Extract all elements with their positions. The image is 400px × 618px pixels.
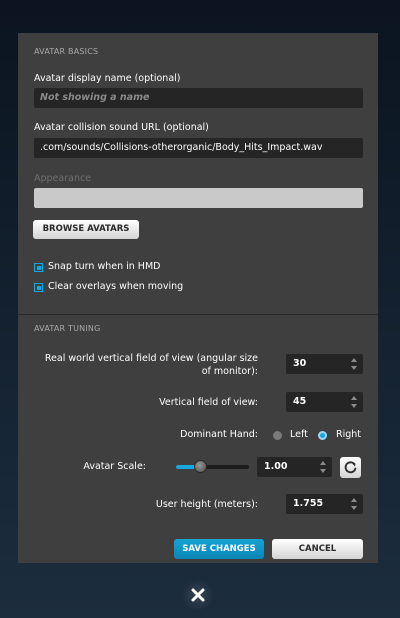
- avatar-scale-slider-thumb[interactable]: [194, 460, 208, 473]
- appearance-label: Appearance: [34, 173, 92, 184]
- snap-turn-label[interactable]: Snap turn when in HMD: [48, 261, 160, 272]
- avatar-scale-value: 1.00: [264, 461, 288, 472]
- close-icon: [191, 588, 205, 602]
- real-world-fov-value: 30: [293, 358, 307, 369]
- section-title-avatar-tuning: AVATAR TUNING: [34, 324, 101, 333]
- display-name-label: Avatar display name (optional): [34, 73, 181, 84]
- user-height-value: 1.755: [293, 498, 324, 509]
- close-button[interactable]: [181, 580, 215, 610]
- save-changes-button[interactable]: SAVE CHANGES: [174, 539, 264, 559]
- avatar-scale-spinbox[interactable]: 1.00: [257, 457, 332, 477]
- spin-arrows-icon[interactable]: [351, 357, 358, 371]
- user-height-spinbox[interactable]: 1.755: [286, 494, 363, 514]
- spin-arrows-icon[interactable]: [351, 395, 358, 409]
- section-title-avatar-basics: AVATAR BASICS: [34, 47, 99, 56]
- vertical-fov-value: 45: [293, 396, 307, 407]
- section-divider: [18, 314, 378, 315]
- collision-sound-input[interactable]: .com/sounds/Collisions-otherorganic/Body…: [34, 138, 363, 158]
- vertical-fov-spinbox[interactable]: 45: [286, 392, 363, 412]
- hand-right-label[interactable]: Right: [336, 429, 361, 440]
- hand-right-radio[interactable]: [318, 431, 327, 440]
- reset-scale-button[interactable]: [340, 457, 361, 478]
- clear-overlays-checkbox[interactable]: [34, 283, 43, 292]
- hand-left-radio[interactable]: [273, 431, 282, 440]
- dominant-hand-label: Dominant Hand:: [180, 429, 258, 440]
- reset-icon: [344, 461, 357, 474]
- user-height-label: User height (meters):: [155, 499, 258, 510]
- collision-sound-label: Avatar collision sound URL (optional): [34, 122, 209, 133]
- avatar-scale-slider[interactable]: [176, 460, 249, 473]
- spin-arrows-icon[interactable]: [351, 497, 358, 511]
- display-name-input[interactable]: Not showing a name: [34, 88, 363, 108]
- vertical-fov-label: Vertical field of view:: [159, 397, 258, 408]
- browse-avatars-button[interactable]: BROWSE AVATARS: [33, 220, 139, 239]
- real-world-fov-spinbox[interactable]: 30: [286, 354, 363, 374]
- appearance-input: [34, 188, 363, 208]
- spin-arrows-icon[interactable]: [320, 460, 327, 474]
- snap-turn-checkbox[interactable]: [34, 263, 43, 272]
- real-world-fov-label: Real world vertical field of view (angul…: [44, 353, 258, 377]
- cancel-button[interactable]: CANCEL: [272, 539, 363, 559]
- clear-overlays-label[interactable]: Clear overlays when moving: [48, 281, 183, 292]
- hand-left-label[interactable]: Left: [290, 429, 308, 440]
- preferences-dialog: AVATAR BASICS Avatar display name (optio…: [18, 33, 378, 563]
- avatar-scale-label: Avatar Scale:: [83, 461, 146, 472]
